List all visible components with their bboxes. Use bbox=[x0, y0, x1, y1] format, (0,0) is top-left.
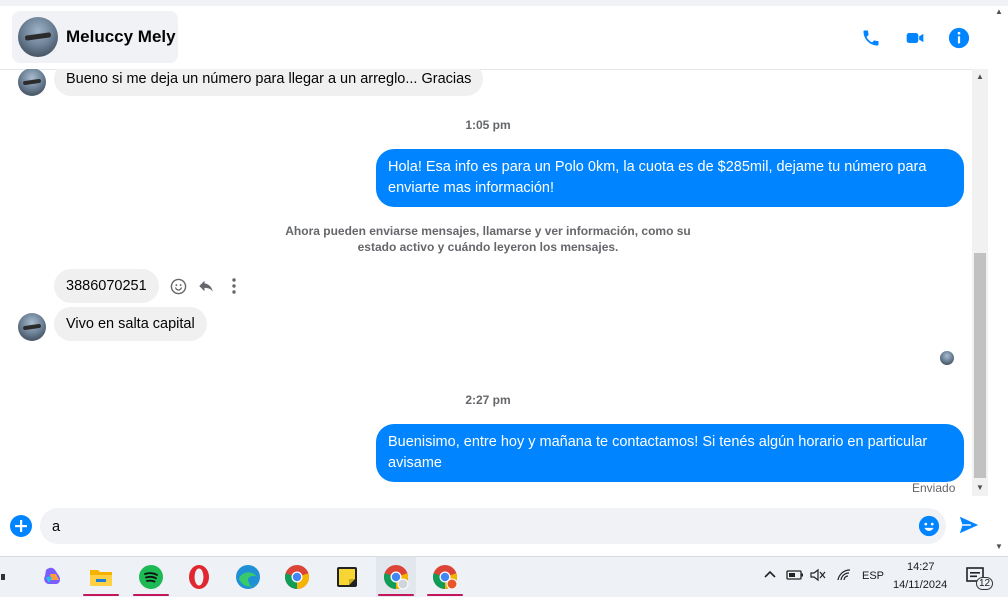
add-attachment-button[interactable] bbox=[10, 515, 32, 537]
contact-chip[interactable]: Meluccy Mely bbox=[12, 11, 178, 63]
opera-icon[interactable] bbox=[179, 557, 219, 597]
spotify-icon[interactable] bbox=[131, 557, 171, 597]
contact-avatar-small[interactable] bbox=[18, 313, 46, 341]
edge-icon[interactable] bbox=[228, 557, 268, 597]
video-icon[interactable] bbox=[903, 26, 927, 50]
clock-time[interactable]: 14:27 bbox=[907, 561, 935, 573]
chrome-profile-icon[interactable] bbox=[376, 557, 416, 597]
sent-status: Enviado bbox=[912, 481, 956, 495]
scroll-down-arrow-icon[interactable]: ▼ bbox=[975, 483, 985, 493]
chrome-icon[interactable] bbox=[277, 557, 317, 597]
wifi-icon[interactable] bbox=[836, 568, 852, 585]
task-view-icon[interactable] bbox=[0, 557, 12, 597]
message-input[interactable] bbox=[50, 508, 914, 546]
emoji-picker-icon[interactable] bbox=[918, 515, 940, 537]
incoming-message[interactable]: 3886070251 bbox=[54, 269, 159, 303]
language-indicator[interactable]: ESP bbox=[862, 570, 884, 582]
emoji-react-icon[interactable] bbox=[168, 276, 188, 296]
show-hidden-icons-icon[interactable] bbox=[764, 567, 776, 582]
incoming-message[interactable]: Vivo en salta capital bbox=[54, 307, 207, 341]
scrollbar-thumb[interactable] bbox=[974, 253, 986, 478]
scroll-up-arrow-icon[interactable]: ▲ bbox=[975, 72, 985, 82]
battery-icon[interactable] bbox=[786, 569, 804, 584]
info-icon[interactable] bbox=[947, 26, 971, 50]
phone-icon[interactable] bbox=[859, 26, 883, 50]
volume-muted-icon[interactable] bbox=[810, 568, 826, 585]
clock-date[interactable]: 14/11/2024 bbox=[893, 579, 947, 591]
chrome-profile-2-icon[interactable] bbox=[425, 557, 465, 597]
file-explorer-icon[interactable] bbox=[81, 557, 121, 597]
outgoing-message[interactable]: Hola! Esa info es para un Polo 0km, la c… bbox=[376, 149, 964, 207]
windows-taskbar: ESP 14:27 14/11/2024 12 bbox=[0, 556, 1008, 597]
more-options-icon[interactable] bbox=[224, 276, 244, 296]
contact-avatar[interactable] bbox=[18, 17, 58, 57]
privacy-notice: Ahora pueden enviarse mensajes, llamarse… bbox=[285, 224, 691, 254]
read-receipt-avatar bbox=[940, 351, 954, 365]
sticky-notes-icon[interactable] bbox=[327, 557, 367, 597]
outgoing-message[interactable]: Buenisimo, entre hoy y mañana te contact… bbox=[376, 424, 964, 482]
page-scroll-down-icon[interactable]: ▼ bbox=[995, 542, 1003, 551]
contact-name[interactable]: Meluccy Mely bbox=[66, 27, 176, 47]
incoming-message[interactable]: Bueno si me deja un número para llegar a… bbox=[54, 69, 484, 96]
chat-header: Meluccy Mely bbox=[0, 6, 1008, 70]
message-composer bbox=[0, 500, 992, 554]
message-input-box[interactable] bbox=[40, 508, 946, 546]
reply-icon[interactable] bbox=[196, 276, 216, 296]
page-scrollbar[interactable] bbox=[988, 6, 1008, 554]
conversation-pane[interactable]: Bueno si me deja un número para llegar a… bbox=[0, 69, 972, 499]
copilot-icon[interactable] bbox=[33, 557, 73, 597]
timestamp: 2:27 pm bbox=[465, 393, 511, 407]
contact-avatar-small[interactable] bbox=[18, 69, 46, 96]
timestamp: 1:05 pm bbox=[465, 118, 511, 132]
notification-count-badge: 12 bbox=[976, 577, 994, 590]
send-icon[interactable] bbox=[958, 514, 980, 536]
page-scroll-up-icon[interactable]: ▲ bbox=[995, 7, 1003, 16]
